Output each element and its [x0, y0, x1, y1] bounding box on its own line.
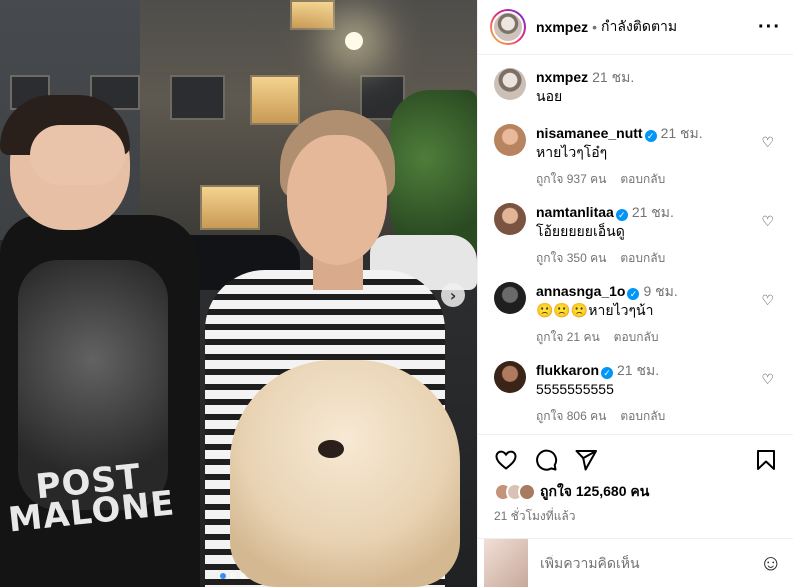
- person-left: POST MALONE: [0, 95, 200, 587]
- more-options-icon[interactable]: ···: [758, 17, 781, 37]
- liker-avatars: [494, 483, 536, 501]
- post-side-panel: nxmpez • กำลังติดตาม ··· nxmpez 21 ชม. นอ…: [477, 0, 793, 587]
- comment-row: annasnga_1o ✓ 9 ชม. 🙁🙁🙁หายไวๆน้า ถูกใจ 21 …: [494, 282, 778, 347]
- heart-icon[interactable]: [494, 448, 518, 472]
- following-button[interactable]: กำลังติดตาม: [601, 16, 677, 38]
- comments-list[interactable]: nxmpez 21 ชม. นอย nisamanee_nutt ✓ 21 ชม. ห…: [478, 56, 793, 434]
- comment-text: โอ้ยยยยยเอ็นดู: [536, 223, 625, 239]
- verified-badge-icon: ✓: [615, 209, 628, 221]
- post-media[interactable]: POST MALONE ›: [0, 0, 477, 587]
- verified-badge-icon: ✓: [627, 288, 640, 300]
- bookmark-icon[interactable]: [754, 448, 778, 472]
- comment-time: 21 ชม.: [631, 204, 674, 220]
- next-image-button[interactable]: ›: [441, 283, 465, 307]
- verified-badge-icon: ✓: [644, 130, 657, 142]
- post-header: nxmpez • กำลังติดตาม ···: [478, 0, 793, 55]
- commenter-avatar[interactable]: [494, 203, 526, 235]
- reply-button[interactable]: ตอบกลับ: [620, 251, 665, 265]
- liker-avatar: [518, 483, 536, 501]
- viewer-thumbnail: [484, 538, 528, 587]
- carousel-dot: [240, 573, 246, 579]
- window: [290, 0, 335, 30]
- carousel-dot: [230, 573, 236, 579]
- comment-icon[interactable]: [534, 448, 558, 472]
- likes-count[interactable]: ถูกใจ 125,680 คน: [540, 481, 649, 503]
- commenter-username[interactable]: flukkaron: [536, 362, 599, 378]
- action-icons: [494, 447, 778, 473]
- dog-nose: [318, 440, 344, 458]
- comment-text: 5555555555: [536, 381, 614, 397]
- comment-likes[interactable]: ถูกใจ 937 คน: [536, 172, 606, 186]
- comment-row: namtanlitaa ✓ 21 ชม. โอ้ยยยยยเอ็นดู ถูกใจ …: [494, 203, 778, 268]
- caption-username[interactable]: nxmpez: [536, 69, 588, 85]
- commenter-avatar[interactable]: [494, 361, 526, 393]
- author-username[interactable]: nxmpez: [536, 19, 588, 35]
- street-lamp: [345, 32, 363, 50]
- heart-icon[interactable]: ♡: [761, 371, 774, 388]
- likes-summary[interactable]: ถูกใจ 125,680 คน: [494, 481, 778, 503]
- verified-badge-icon: ✓: [601, 367, 614, 379]
- comment-time: 21 ชม.: [617, 362, 660, 378]
- comment-row: flukkaron ✓ 21 ชม. 5555555555 ถูกใจ 806 คน…: [494, 361, 778, 426]
- share-icon[interactable]: [574, 448, 598, 472]
- comment-row: nisamanee_nutt ✓ 21 ชม. หายไวๆโอ๋ๆ ถูกใจ 9…: [494, 124, 778, 189]
- comment-likes[interactable]: ถูกใจ 350 คน: [536, 251, 606, 265]
- commenter-username[interactable]: namtanlitaa: [536, 204, 614, 220]
- author-avatar[interactable]: [490, 9, 526, 45]
- heart-icon[interactable]: ♡: [761, 292, 774, 309]
- caption-time: 21 ชม.: [592, 69, 635, 85]
- comment-time: 21 ชม.: [660, 125, 703, 141]
- comment-likes[interactable]: ถูกใจ 21 คน: [536, 330, 600, 344]
- chevron-right-icon: ›: [449, 285, 457, 305]
- comment-text: 🙁🙁🙁หายไวๆน้า: [536, 302, 654, 318]
- carousel-dots: [220, 573, 246, 579]
- separator-dot: •: [592, 19, 598, 35]
- emoji-icon[interactable]: ☺: [760, 550, 782, 576]
- post-actions: ถูกใจ 125,680 คน 21 ชั่วโมงที่แล้ว: [478, 434, 793, 526]
- reply-button[interactable]: ตอบกลับ: [620, 409, 665, 423]
- commenter-avatar[interactable]: [494, 124, 526, 156]
- comment-likes[interactable]: ถูกใจ 806 คน: [536, 409, 606, 423]
- caption-text: นอย: [536, 88, 563, 104]
- commenter-username[interactable]: nisamanee_nutt: [536, 125, 643, 141]
- heart-icon[interactable]: ♡: [761, 134, 774, 151]
- reply-button[interactable]: ตอบกลับ: [620, 172, 665, 186]
- heart-icon[interactable]: ♡: [761, 213, 774, 230]
- comment-text: หายไวๆโอ๋ๆ: [536, 144, 608, 160]
- comment-input[interactable]: [540, 555, 760, 571]
- face: [287, 135, 387, 265]
- caption: nxmpez 21 ชม. นอย: [494, 68, 778, 106]
- post-timestamp[interactable]: 21 ชั่วโมงที่แล้ว: [494, 507, 778, 526]
- commenter-avatar[interactable]: [494, 282, 526, 314]
- comment-time: 9 ชม.: [643, 283, 678, 299]
- reply-button[interactable]: ตอบกลับ: [614, 330, 659, 344]
- carousel-dot-active: [220, 573, 226, 579]
- author-avatar-small[interactable]: [494, 68, 526, 100]
- hand-covering-eyes: [30, 125, 125, 185]
- avatar-image: [492, 11, 524, 43]
- commenter-username[interactable]: annasnga_1o: [536, 283, 625, 299]
- chow-chow-dog: [230, 360, 460, 587]
- add-comment-bar: ☺: [478, 538, 793, 587]
